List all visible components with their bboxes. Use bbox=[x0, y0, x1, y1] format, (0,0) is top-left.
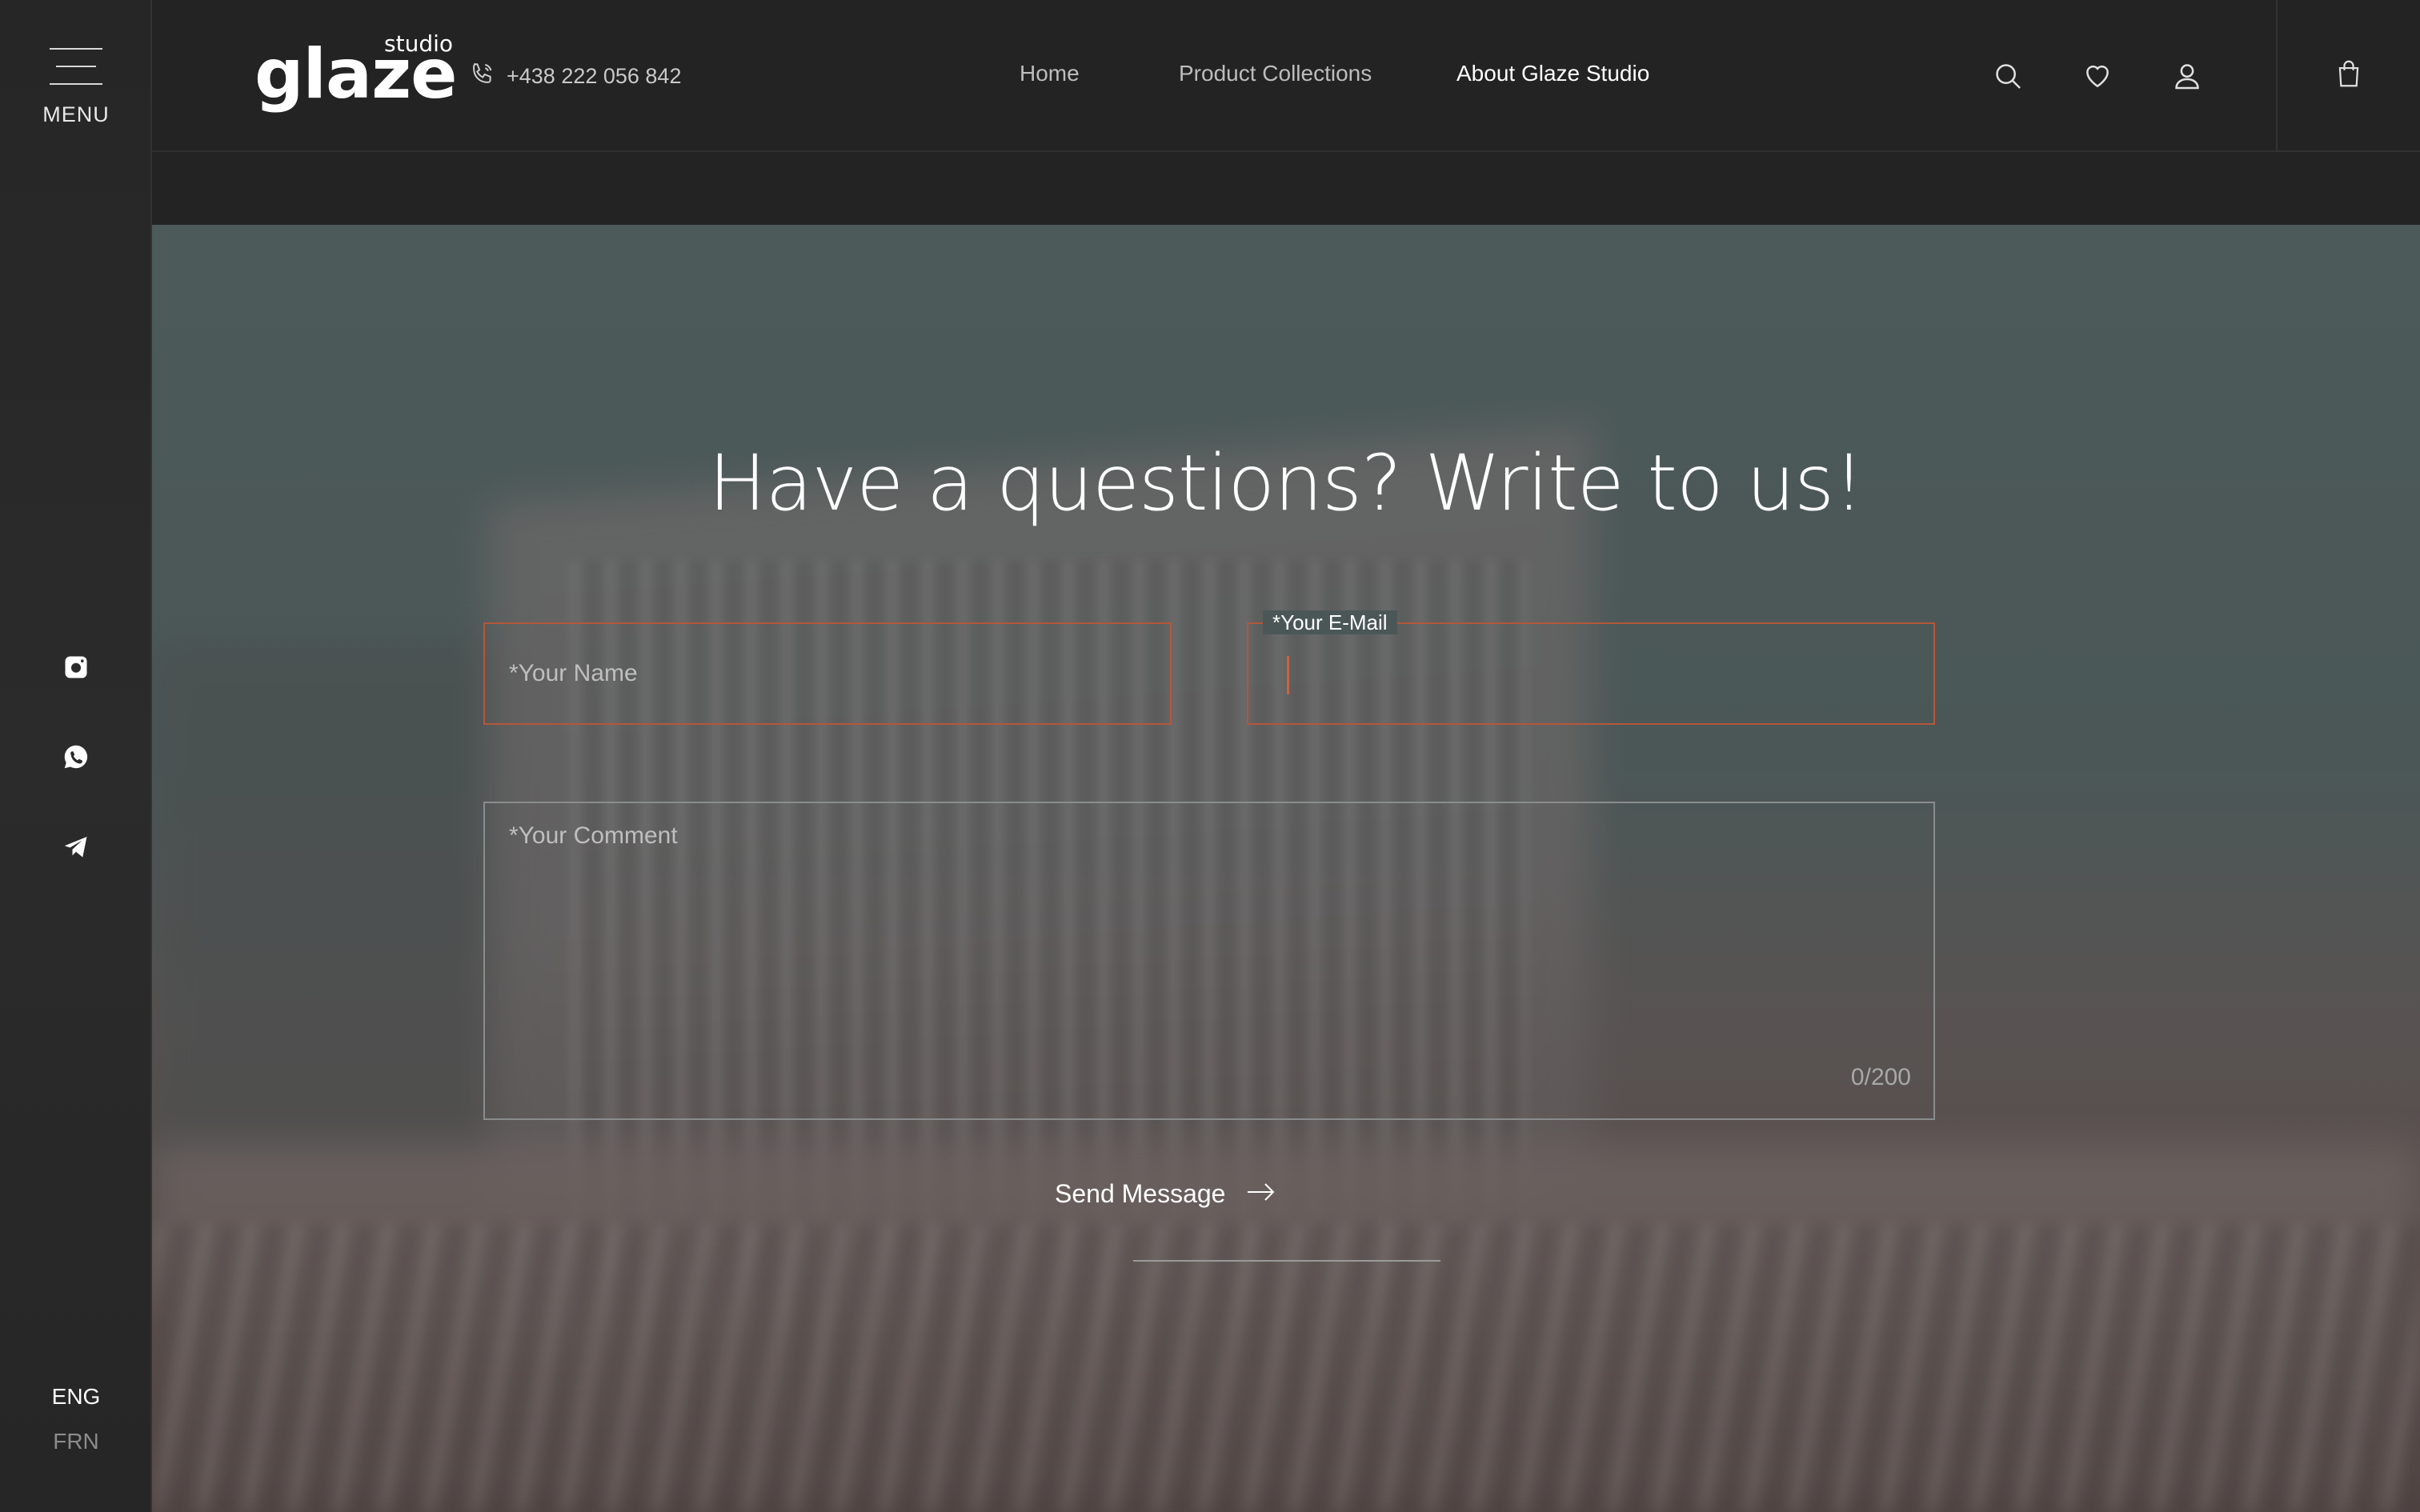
name-field-wrapper bbox=[483, 622, 1172, 725]
phone-link[interactable]: +438 222 056 842 bbox=[468, 61, 681, 92]
form-title: Have a questions? Write to us! bbox=[708, 438, 1864, 528]
comment-field-wrapper: 0/200 bbox=[483, 802, 1935, 1120]
heart-icon[interactable] bbox=[2082, 61, 2113, 91]
phone-icon bbox=[468, 61, 495, 92]
header-band bbox=[152, 152, 2420, 225]
cart-button[interactable] bbox=[2276, 0, 2420, 152]
telegram-icon[interactable] bbox=[0, 832, 152, 861]
contact-page: glaze studio +438 222 056 842 Home Produ… bbox=[0, 0, 2420, 1512]
send-message-button[interactable]: Send Message bbox=[1055, 1179, 1276, 1209]
send-message-label: Send Message bbox=[1055, 1179, 1226, 1208]
nav-about[interactable]: About Glaze Studio bbox=[1456, 61, 1649, 86]
comment-textarea[interactable] bbox=[485, 803, 1933, 1118]
instagram-icon[interactable] bbox=[0, 653, 152, 682]
left-sidebar: MENU ENG FRN bbox=[0, 0, 152, 1512]
user-icon[interactable] bbox=[2172, 61, 2202, 91]
send-underline bbox=[1133, 1260, 1440, 1262]
search-icon[interactable] bbox=[1993, 61, 2023, 91]
nav-home[interactable]: Home bbox=[1020, 61, 1080, 86]
email-input[interactable] bbox=[1248, 624, 1933, 723]
character-counter: 0/200 bbox=[1850, 1064, 1911, 1090]
menu-label[interactable]: MENU bbox=[0, 102, 152, 127]
email-label: *Your E-Mail bbox=[1263, 610, 1397, 634]
phone-number: +438 222 056 842 bbox=[507, 64, 682, 88]
hamburger-menu-icon[interactable] bbox=[50, 46, 102, 88]
language-frn[interactable]: FRN bbox=[0, 1429, 152, 1454]
arrow-right-icon bbox=[1246, 1182, 1276, 1206]
nav-product-collections[interactable]: Product Collections bbox=[1179, 61, 1372, 86]
bag-icon bbox=[2335, 59, 2362, 92]
text-caret bbox=[1287, 656, 1289, 694]
email-field-wrapper: *Your E-Mail bbox=[1247, 610, 1935, 725]
brand-logo[interactable]: glaze studio bbox=[254, 30, 457, 118]
language-eng[interactable]: ENG bbox=[0, 1384, 152, 1410]
name-input[interactable] bbox=[485, 624, 1170, 723]
whatsapp-icon[interactable] bbox=[0, 742, 152, 771]
top-header: glaze studio +438 222 056 842 Home Produ… bbox=[152, 0, 2420, 152]
logo-sub: studio bbox=[384, 30, 453, 57]
